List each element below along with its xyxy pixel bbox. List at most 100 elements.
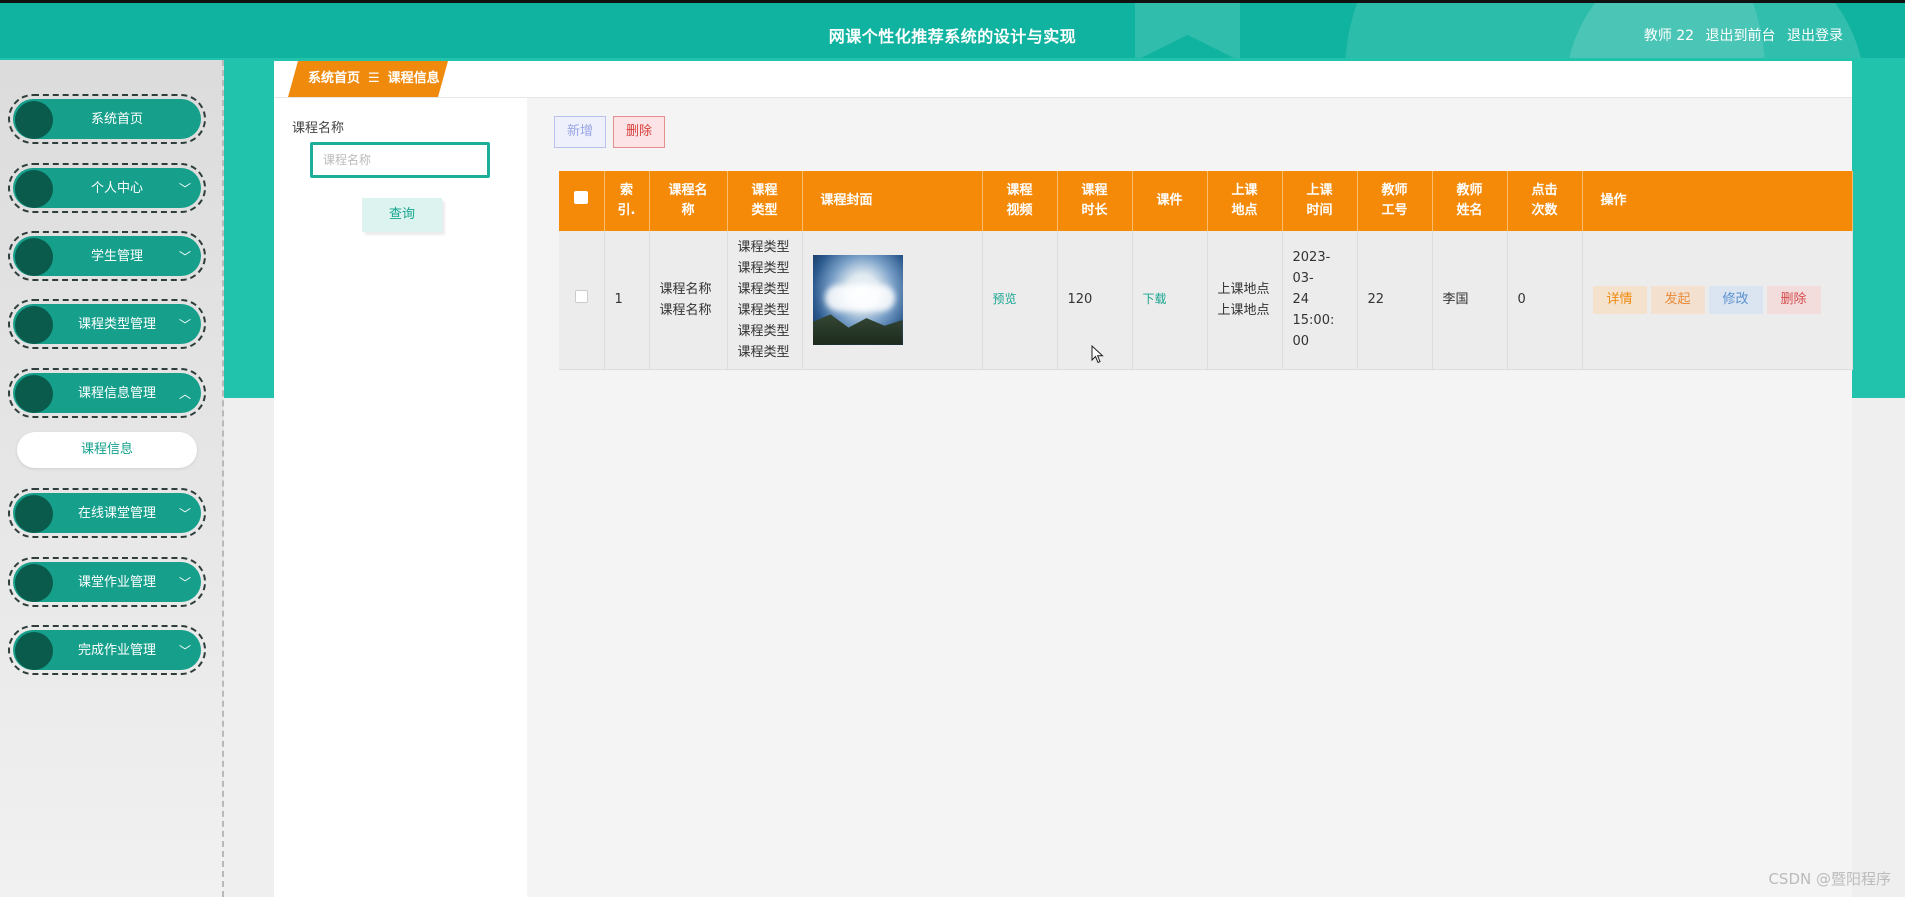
course-cover-image[interactable] — [812, 254, 903, 345]
menu-knob-icon — [15, 632, 53, 670]
breadcrumb-home[interactable]: 系统首页 — [308, 71, 360, 86]
chevron-down-icon: ﹀ — [178, 576, 191, 590]
column-header-courseware: 课件 — [1132, 171, 1208, 231]
column-header-location: 上课 地点 — [1207, 171, 1283, 231]
current-user: 教师 22 — [1643, 28, 1695, 44]
menu-knob-icon — [15, 238, 53, 276]
column-header-teacher-id: 教师 工号 — [1357, 171, 1433, 231]
top-header: 网课个性化推荐系统的设计与实现 教师 22 退出到前台 退出登录 — [0, 0, 1905, 61]
sidebar-item-label: 学生管理 — [90, 249, 143, 264]
cell-teacher-name: 李国 — [1432, 231, 1508, 370]
preview-video-link[interactable]: 预览 — [993, 292, 1017, 306]
sidebar-item-label: 完成作业管理 — [77, 643, 156, 658]
column-header-teacher-name: 教师 姓名 — [1432, 171, 1508, 231]
query-button[interactable]: 查询 — [362, 198, 442, 232]
start-button[interactable]: 发起 — [1650, 285, 1705, 314]
sidebar-item-online-class[interactable]: 在线课堂管理 ﹀ — [8, 488, 206, 538]
column-header-index: 索 引. — [604, 171, 650, 231]
menu-knob-icon — [15, 101, 53, 139]
sidebar-item-students[interactable]: 学生管理 ﹀ — [8, 231, 206, 281]
sidebar-item-pill[interactable]: 课堂作业管理 ﹀ — [13, 562, 201, 602]
detail-button[interactable]: 详情 — [1592, 285, 1647, 314]
sidebar-item-label: 系统首页 — [90, 112, 143, 127]
cell-course-type: 课程类型 课程类型 课程类型 课程类型 课程类型 课程类型 — [727, 231, 803, 370]
background-band — [1852, 58, 1905, 398]
cell-actions: 详情 发起 修改 删除 — [1582, 231, 1853, 370]
cell-location: 上课地点 上课地点 — [1207, 231, 1283, 370]
menu-knob-icon — [15, 375, 53, 413]
add-button[interactable]: 新增 — [554, 116, 606, 148]
search-panel: 课程名称 查询 — [274, 98, 527, 897]
breadcrumb-bar: 系统首页 ☰ 课程信息 — [274, 61, 1852, 98]
breadcrumb-separator-icon: ☰ — [368, 71, 380, 86]
cell-course-name: 课程名称 课程名称 — [649, 231, 728, 370]
chevron-down-icon: ﹀ — [178, 318, 191, 332]
cell-time: 2023-03- 24 15:00: 00 — [1282, 231, 1358, 370]
cell-cover — [802, 231, 983, 370]
chevron-down-icon: ﹀ — [178, 507, 191, 521]
header-links: 教师 22 退出到前台 退出登录 — [1637, 25, 1843, 45]
cell-teacher-id: 22 — [1357, 231, 1433, 370]
sidebar-item-profile[interactable]: 个人中心 ﹀ — [8, 163, 206, 213]
sidebar: 系统首页 个人中心 ﹀ 学生管理 ﹀ 课程类型管理 ﹀ 课程信息管理 ︿ 课程信… — [0, 60, 224, 897]
edit-button[interactable]: 修改 — [1708, 285, 1763, 314]
sidebar-item-pill[interactable]: 在线课堂管理 ﹀ — [13, 493, 201, 533]
sidebar-item-label: 课程类型管理 — [77, 317, 156, 332]
sidebar-item-homework[interactable]: 课堂作业管理 ﹀ — [8, 557, 206, 607]
column-header-clicks: 点击 次数 — [1507, 171, 1583, 231]
sidebar-item-course-info[interactable]: 课程信息管理 ︿ — [8, 368, 206, 418]
table-header-row: 索 引. 课程名 称 课程 类型 课程封面 课程 视频 课程 时长 课件 上课 … — [559, 171, 1853, 231]
breadcrumb: 系统首页 ☰ 课程信息 — [288, 61, 448, 97]
menu-knob-icon — [15, 564, 53, 602]
checkbox-icon[interactable] — [574, 290, 588, 304]
back-to-front-link[interactable]: 退出到前台 — [1706, 28, 1776, 44]
checkbox-icon[interactable] — [574, 191, 589, 204]
sidebar-item-label: 在线课堂管理 — [77, 506, 156, 521]
row-checkbox[interactable] — [559, 231, 605, 370]
column-header-actions: 操作 — [1582, 171, 1853, 231]
main-content: 系统首页 ☰ 课程信息 课程名称 查询 新增 删除 索 引. 课程名 称 课程 类型… — [274, 61, 1853, 897]
breadcrumb-current: 课程信息 — [387, 71, 440, 86]
logout-link[interactable]: 退出登录 — [1787, 28, 1843, 44]
table-row: 1 课程名称 课程名称 课程类型 课程类型 课程类型 课程类型 课程类型 课程类… — [559, 231, 1853, 370]
chevron-down-icon: ﹀ — [178, 644, 191, 658]
chevron-down-icon: ﹀ — [178, 182, 191, 196]
batch-delete-button[interactable]: 删除 — [613, 116, 665, 148]
column-header-cover: 课程封面 — [802, 171, 983, 231]
sidebar-item-pill[interactable]: 学生管理 ﹀ — [13, 236, 201, 276]
menu-knob-icon — [15, 306, 53, 344]
sidebar-item-completed-homework[interactable]: 完成作业管理 ﹀ — [8, 625, 206, 675]
sidebar-item-label: 课堂作业管理 — [77, 575, 156, 590]
sidebar-item-pill[interactable]: 个人中心 ﹀ — [13, 168, 201, 208]
sidebar-item-home[interactable]: 系统首页 — [8, 94, 206, 144]
sidebar-item-pill[interactable]: 课程类型管理 ﹀ — [13, 304, 201, 344]
chevron-down-icon: ﹀ — [178, 250, 191, 264]
row-delete-button[interactable]: 删除 — [1766, 285, 1821, 314]
cell-clicks: 0 — [1507, 231, 1583, 370]
column-header-time: 上课 时间 — [1282, 171, 1358, 231]
select-all-checkbox[interactable] — [559, 171, 605, 231]
chevron-up-icon: ︿ — [178, 387, 191, 401]
download-courseware-link[interactable]: 下载 — [1143, 292, 1167, 306]
cell-video: 预览 — [982, 231, 1058, 370]
sidebar-item-label: 课程信息管理 — [77, 386, 156, 401]
cover-land-shape — [812, 314, 903, 345]
cell-courseware: 下载 — [1132, 231, 1208, 370]
course-name-search-input[interactable] — [310, 142, 490, 178]
site-title: 网课个性化推荐系统的设计与实现 — [828, 27, 1077, 46]
submenu-item-course-info[interactable]: 课程信息 — [17, 432, 197, 468]
cover-cloud-shape — [824, 284, 895, 311]
sidebar-item-pill[interactable]: 系统首页 — [13, 99, 201, 139]
sidebar-item-pill[interactable]: 课程信息管理 ︿ — [13, 373, 201, 413]
column-header-course-type: 课程 类型 — [727, 171, 803, 231]
search-label: 课程名称 — [292, 121, 345, 136]
column-header-duration: 课程 时长 — [1057, 171, 1133, 231]
sidebar-item-pill[interactable]: 完成作业管理 ﹀ — [13, 630, 201, 670]
column-header-video: 课程 视频 — [982, 171, 1058, 231]
cell-index: 1 — [604, 231, 650, 370]
sidebar-item-course-types[interactable]: 课程类型管理 ﹀ — [8, 299, 206, 349]
course-table: 索 引. 课程名 称 课程 类型 课程封面 课程 视频 课程 时长 课件 上课 … — [559, 171, 1853, 370]
mouse-cursor-icon — [1091, 345, 1104, 364]
watermark: CSDN @暨阳程序 — [1768, 870, 1891, 888]
menu-knob-icon — [15, 495, 53, 533]
